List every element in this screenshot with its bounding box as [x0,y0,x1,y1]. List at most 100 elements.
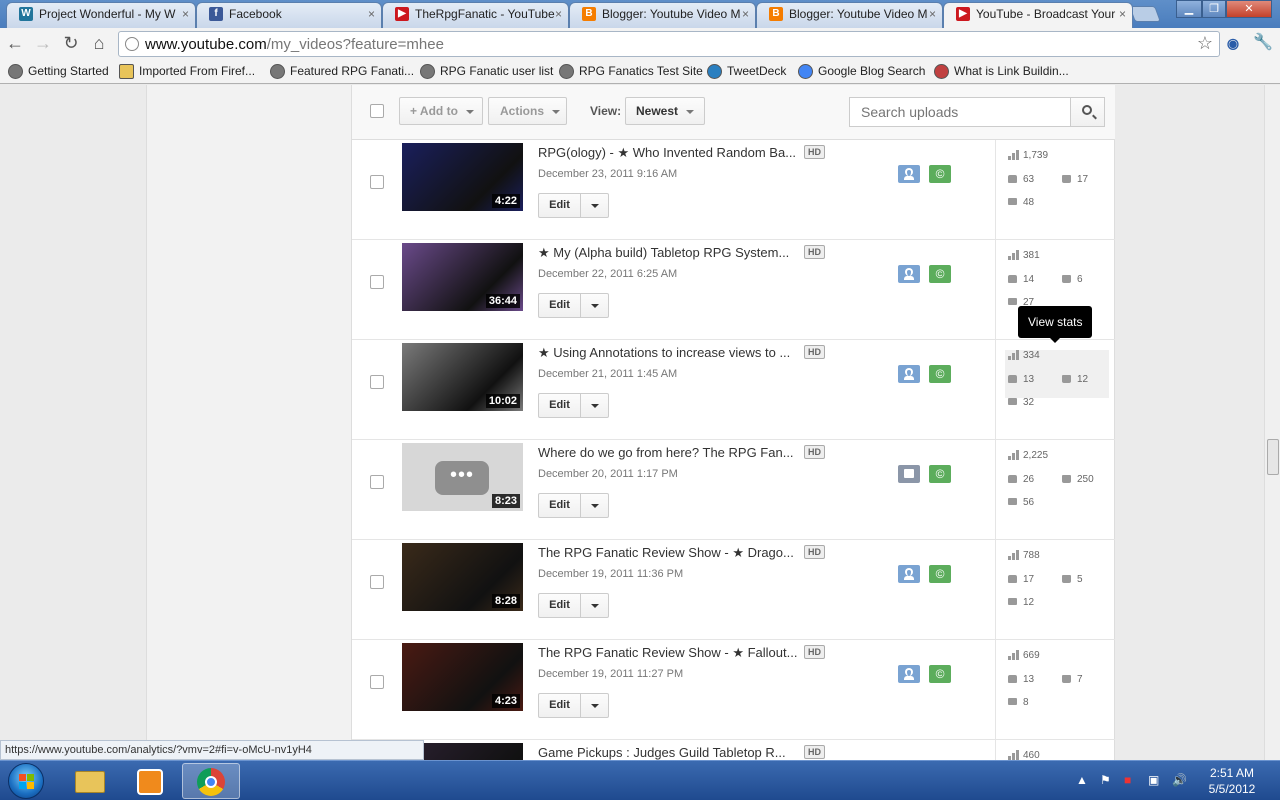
minimize-button[interactable]: ▁ [1176,0,1202,18]
bookmark-item[interactable]: Imported From Firef... [119,63,255,79]
video-title-link[interactable]: RPG(ology) - ★ Who Invented Random Ba... [538,145,798,161]
new-tab-button[interactable] [1129,6,1161,22]
action-center-flag-icon[interactable]: ⚑ [1100,773,1111,787]
video-select-checkbox[interactable] [370,175,384,189]
dislikes-stat[interactable]: 17 [1059,174,1088,185]
views-stat[interactable]: 381 [1005,250,1040,261]
copyright-icon[interactable]: © [929,365,951,383]
video-title-link[interactable]: The RPG Fanatic Review Show - ★ Drago... [538,545,798,561]
likes-stat[interactable]: 26 [1005,474,1034,485]
views-stat[interactable]: 460 [1005,750,1040,760]
likes-stat[interactable]: 17 [1005,574,1034,585]
video-select-checkbox[interactable] [370,575,384,589]
scrollbar-thumb[interactable] [1267,439,1279,475]
close-tab-icon[interactable]: × [555,3,562,25]
likes-stat[interactable]: 13 [1005,374,1034,385]
comments-stat[interactable]: 48 [1005,197,1034,208]
taskbar-chrome[interactable] [182,763,240,799]
reload-icon[interactable]: ↻ [60,32,82,54]
power-warning-icon[interactable]: ■ [1124,773,1131,787]
search-button[interactable] [1070,98,1104,126]
video-thumbnail[interactable]: 36:44 [402,243,523,311]
start-button[interactable] [8,763,44,799]
likes-stat[interactable]: 13 [1005,674,1034,685]
video-thumbnail[interactable]: 10:02 [402,343,523,411]
video-title-link[interactable]: Where do we go from here? The RPG Fan... [538,445,798,460]
copyright-icon[interactable]: © [929,165,951,183]
public-user-icon[interactable] [898,565,920,583]
close-tab-icon[interactable]: × [1119,3,1126,25]
video-title-link[interactable]: ★ Using Annotations to increase views to… [538,345,798,361]
browser-tab[interactable]: W Project Wonderful - My W × [6,2,196,28]
dislikes-stat[interactable]: 12 [1059,374,1088,385]
edit-menu-button[interactable] [581,294,609,317]
add-to-button[interactable]: + Add to [399,97,483,125]
bookmark-item[interactable]: What is Link Buildin... [934,63,1069,79]
edit-button[interactable]: Edit [539,294,581,317]
video-select-checkbox[interactable] [370,275,384,289]
dislikes-stat[interactable]: 7 [1059,674,1083,685]
comments-stat[interactable]: 56 [1005,497,1034,508]
bookmark-item[interactable]: RPG Fanatic user list [420,63,553,79]
system-clock[interactable]: 2:51 AM 5/5/2012 [1196,765,1268,797]
edit-menu-button[interactable] [581,594,609,617]
page-scrollbar[interactable] [1264,85,1280,760]
private-lock-icon[interactable] [898,465,920,483]
public-user-icon[interactable] [898,665,920,683]
bookmark-star-icon[interactable]: ☆ [1197,33,1213,54]
network-icon[interactable]: ▣ [1148,773,1159,787]
browser-tab[interactable]: ▶ YouTube - Broadcast Your × [943,2,1133,28]
extension-icon[interactable]: ◉ [1222,32,1244,54]
close-window-button[interactable]: ✕ [1226,0,1272,18]
wrench-icon[interactable]: 🔧 [1252,32,1274,54]
views-stat[interactable]: 334 [1005,350,1040,361]
show-hidden-icons[interactable]: ▲ [1076,773,1088,787]
close-tab-icon[interactable]: × [368,3,375,25]
copyright-icon[interactable]: © [929,565,951,583]
edit-menu-button[interactable] [581,694,609,717]
views-stat[interactable]: 1,739 [1005,150,1048,161]
edit-button[interactable]: Edit [539,194,581,217]
likes-stat[interactable]: 63 [1005,174,1034,185]
back-icon[interactable]: ← [4,32,26,54]
edit-menu-button[interactable] [581,494,609,517]
comments-stat[interactable]: 32 [1005,397,1034,408]
search-input[interactable] [850,98,1070,126]
bookmark-item[interactable]: Featured RPG Fanati... [270,63,414,79]
home-icon[interactable]: ⌂ [88,32,110,54]
video-thumbnail[interactable]: 4:22 [402,143,523,211]
video-title-link[interactable]: The RPG Fanatic Review Show - ★ Fallout.… [538,645,798,661]
video-title-link[interactable]: Game Pickups : Judges Guild Tabletop R..… [538,745,798,760]
edit-button[interactable]: Edit [539,694,581,717]
edit-menu-button[interactable] [581,394,609,417]
video-select-checkbox[interactable] [370,675,384,689]
dislikes-stat[interactable]: 6 [1059,274,1083,285]
edit-button[interactable]: Edit [539,494,581,517]
browser-tab[interactable]: B Blogger: Youtube Video M × [569,2,756,28]
edit-menu-button[interactable] [581,194,609,217]
taskbar-media-player[interactable] [120,763,178,799]
forward-icon[interactable]: → [32,32,54,54]
close-tab-icon[interactable]: × [929,3,936,25]
video-thumbnail[interactable]: 4:23 [402,643,523,711]
actions-button[interactable]: Actions [488,97,567,125]
copyright-icon[interactable]: © [929,465,951,483]
video-select-checkbox[interactable] [370,475,384,489]
maximize-button[interactable]: ❐ [1202,0,1226,18]
likes-stat[interactable]: 14 [1005,274,1034,285]
close-tab-icon[interactable]: × [742,3,749,25]
video-select-checkbox[interactable] [370,375,384,389]
public-user-icon[interactable] [898,165,920,183]
comments-stat[interactable]: 12 [1005,597,1034,608]
view-sort-select[interactable]: Newest [625,97,705,125]
select-all-checkbox[interactable] [370,104,384,118]
dislikes-stat[interactable]: 5 [1059,574,1083,585]
address-url[interactable]: www.youtube.com/my_videos?feature=mhee [145,36,444,53]
close-tab-icon[interactable]: × [182,3,189,25]
edit-button[interactable]: Edit [539,394,581,417]
bookmark-item[interactable]: TweetDeck [707,63,786,79]
dislikes-stat[interactable]: 250 [1059,474,1094,485]
views-stat[interactable]: 788 [1005,550,1040,561]
video-thumbnail[interactable]: 8:28 [402,543,523,611]
browser-tab[interactable]: ▶ TheRpgFanatic - YouTube × [382,2,569,28]
